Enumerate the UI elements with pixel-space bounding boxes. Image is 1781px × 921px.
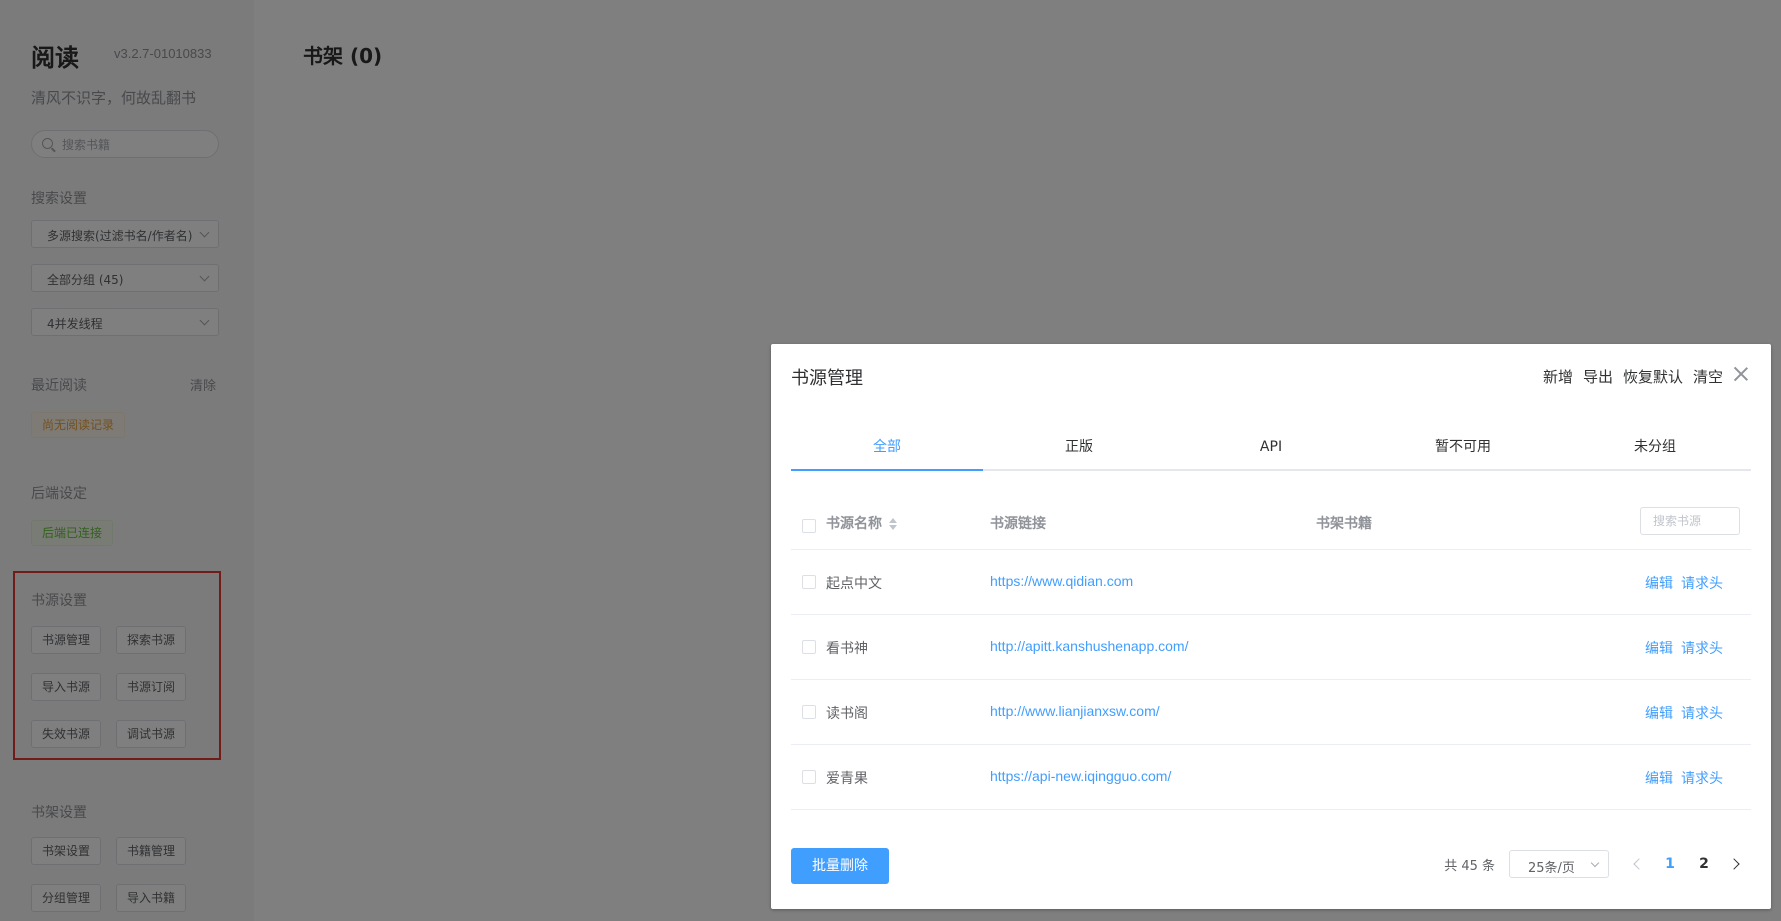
column-header-name[interactable]: 书源名称: [826, 513, 898, 533]
headers-link[interactable]: 请求头: [1681, 706, 1723, 722]
select-all-checkbox[interactable]: [802, 519, 816, 533]
column-name-label: 书源名称: [826, 516, 882, 532]
source-url-link[interactable]: https://www.qidian.com: [990, 573, 1133, 589]
page-size-value: 25条/页: [1528, 861, 1575, 876]
headers-link[interactable]: 请求头: [1681, 641, 1723, 657]
tab-unavailable[interactable]: 暂不可用: [1367, 429, 1559, 469]
tab-official[interactable]: 正版: [983, 429, 1175, 469]
total-count: 共 45 条: [1444, 858, 1495, 874]
page-number-1[interactable]: 1: [1653, 856, 1687, 872]
source-url-link[interactable]: https://api-new.iqingguo.com/: [990, 768, 1171, 784]
headers-link[interactable]: 请求头: [1681, 771, 1723, 787]
clear-all-button[interactable]: 清空: [1693, 366, 1723, 387]
edit-link[interactable]: 编辑: [1645, 771, 1673, 787]
source-name: 看书神: [826, 641, 868, 657]
source-manage-dialog: 书源管理 新增 导出 恢复默认 清空 全部 正版 API 暂不可用 未分组 书源…: [771, 344, 1771, 909]
edit-link[interactable]: 编辑: [1645, 641, 1673, 657]
dialog-actions: 新增 导出 恢复默认 清空: [1543, 366, 1723, 387]
next-page-icon[interactable]: [1721, 849, 1751, 879]
table-row: 看书神 http://apitt.kanshushenapp.com/ 编辑 请求…: [791, 615, 1751, 680]
export-button[interactable]: 导出: [1583, 366, 1613, 387]
source-name: 爱青果: [826, 771, 868, 787]
add-source-button[interactable]: 新增: [1543, 366, 1573, 387]
column-header-url: 书源链接: [990, 516, 1046, 532]
dialog-title: 书源管理: [791, 368, 863, 389]
row-actions: 编辑 请求头: [1637, 573, 1723, 593]
sort-icon[interactable]: [888, 517, 898, 531]
column-header-shelf: 书架书籍: [1316, 516, 1372, 532]
source-search-input[interactable]: [1640, 507, 1740, 535]
source-name: 读书阁: [826, 706, 868, 722]
source-tabs: 全部 正版 API 暂不可用 未分组: [791, 429, 1751, 471]
table-header: 书源名称 书源链接 书架书籍: [791, 494, 1751, 550]
source-name: 起点中文: [826, 576, 882, 592]
table-row: 爱青果 https://api-new.iqingguo.com/ 编辑 请求头: [791, 745, 1751, 810]
edit-link[interactable]: 编辑: [1645, 706, 1673, 722]
restore-default-button[interactable]: 恢复默认: [1623, 366, 1683, 387]
source-table: 书源名称 书源链接 书架书籍 起点中文 https://www.qidian.c…: [791, 494, 1751, 810]
batch-delete-button[interactable]: 批量删除: [791, 848, 889, 884]
row-checkbox[interactable]: [802, 705, 816, 719]
source-url-link[interactable]: http://www.lianjianxsw.com/: [990, 703, 1160, 719]
tab-ungrouped[interactable]: 未分组: [1559, 429, 1751, 469]
table-row: 起点中文 https://www.qidian.com 编辑 请求头: [791, 550, 1751, 615]
row-checkbox[interactable]: [802, 640, 816, 654]
tab-all[interactable]: 全部: [791, 429, 983, 471]
tab-api[interactable]: API: [1175, 429, 1367, 469]
headers-link[interactable]: 请求头: [1681, 576, 1723, 592]
chevron-down-icon: [1590, 858, 1600, 868]
edit-link[interactable]: 编辑: [1645, 576, 1673, 592]
row-actions: 编辑 请求头: [1637, 768, 1723, 788]
page-number-2[interactable]: 2: [1687, 856, 1721, 872]
row-actions: 编辑 请求头: [1637, 703, 1723, 723]
row-actions: 编辑 请求头: [1637, 638, 1723, 658]
pagination: 共 45 条 25条/页 1 2: [1444, 849, 1751, 879]
page-size-select[interactable]: 25条/页: [1509, 850, 1609, 878]
row-checkbox[interactable]: [802, 575, 816, 589]
table-row: 读书阁 http://www.lianjianxsw.com/ 编辑 请求头: [791, 680, 1751, 745]
source-url-link[interactable]: http://apitt.kanshushenapp.com/: [990, 638, 1188, 654]
prev-page-icon[interactable]: [1623, 849, 1653, 879]
row-checkbox[interactable]: [802, 770, 816, 784]
close-icon[interactable]: [1733, 366, 1749, 382]
